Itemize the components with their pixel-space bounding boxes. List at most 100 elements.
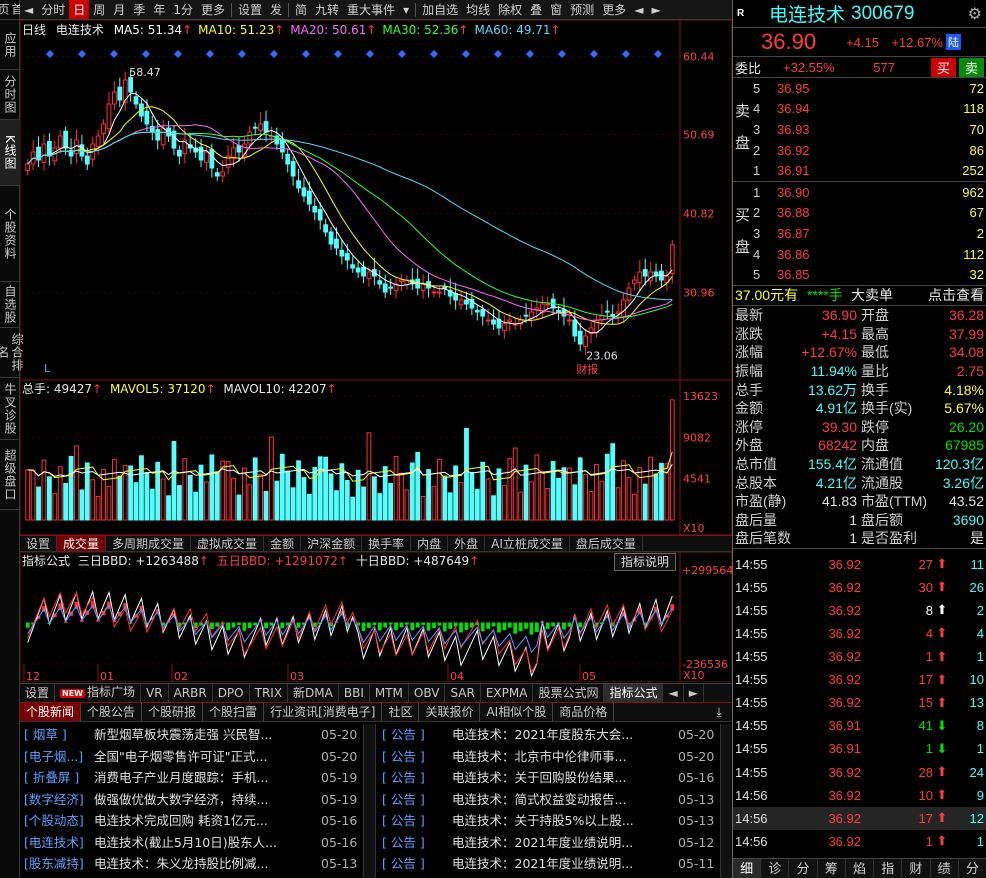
panel-tab-6[interactable]: 财 — [902, 859, 931, 878]
indicator-tab-6[interactable]: 新DMA — [288, 684, 339, 702]
sidetab-5[interactable]: 自选股 — [0, 282, 20, 328]
panel-tab-7[interactable]: 绩 — [931, 859, 959, 878]
toolbar-item-20[interactable]: 预测 — [566, 0, 598, 19]
news-item[interactable]: [数字经济] 做强做优做大数字经济，持续... 05-19 — [24, 789, 363, 811]
download-icon[interactable]: ⤓ — [706, 703, 732, 721]
volume-tab-0[interactable]: 设置 — [20, 536, 58, 551]
news-item[interactable]: [电子烟...] 全国"电子烟零售许可证"正式... 05-20 — [24, 746, 363, 768]
big-order-link[interactable]: 点击查看 — [921, 285, 984, 305]
kline-chart[interactable]: 60.44 50.69 40.82 30.96 58.47 23.06 财报 L 日线 电连技… — [19, 19, 733, 381]
sidetab-1[interactable]: 应用 — [0, 20, 20, 70]
toolbar-item-12[interactable]: 九转 — [311, 0, 343, 19]
toolbar-item-3[interactable]: 周 — [89, 0, 109, 19]
sidetab-4[interactable]: 个股资料 — [0, 186, 20, 282]
news-item[interactable]: [股东减持] 电连技术：朱义龙持股比例减... 05-13 — [24, 853, 363, 875]
sidetab-6[interactable]: 综合排名 — [0, 328, 24, 378]
volume-tab-7[interactable]: 内盘 — [411, 536, 449, 551]
panel-tab-8[interactable]: 分 — [959, 859, 986, 878]
indicator-help-button[interactable]: 指标说明 — [614, 553, 677, 571]
sidetab-2[interactable]: 分时图 — [0, 70, 20, 120]
news-tab-6[interactable]: 关联报价 — [419, 703, 481, 721]
toolbar-item-0[interactable]: ◄ — [20, 0, 37, 19]
sell-button[interactable]: 卖 — [958, 57, 984, 77]
indicator-tab-4[interactable]: DPO — [213, 684, 250, 702]
toolbar-item-11[interactable]: 简 — [291, 0, 311, 19]
sidetab-0[interactable]: 首页 — [0, 0, 24, 20]
toolbar-item-8[interactable]: 更多 — [197, 0, 229, 19]
toolbar-item-14[interactable]: ▾ — [399, 0, 413, 19]
news-scrollbar[interactable] — [720, 724, 732, 878]
indicator-tab-3[interactable]: ARBR — [169, 684, 213, 702]
toolbar-item-21[interactable]: 更多 — [598, 0, 630, 19]
toolbar-item-23[interactable]: ► — [647, 0, 664, 19]
news-tab-8[interactable]: 商品价格 — [553, 703, 615, 721]
volume-chart[interactable]: 13623 9082 4541 X10 总手: 49427↑ MAVOL5: 3712… — [19, 379, 733, 536]
indicator-tab-13[interactable]: 指标公式 — [604, 684, 664, 702]
news-item[interactable]: [ 公告 ] 电连技术：关于回购股份结果... 05-16 — [382, 767, 720, 789]
indicator-tab-8[interactable]: MTM — [370, 684, 409, 702]
indicator-tab-11[interactable]: EXPMA — [481, 684, 534, 702]
toolbar-item-19[interactable]: 窗 — [546, 0, 566, 19]
volume-tab-10[interactable]: 盘后成交量 — [570, 536, 643, 551]
sidetab-8[interactable]: 超级盘口 — [0, 440, 20, 510]
panel-tab-2[interactable]: 分 — [789, 859, 818, 878]
volume-tab-5[interactable]: 沪深金额 — [301, 536, 363, 551]
toolbar-item-5[interactable]: 季 — [129, 0, 149, 19]
indicator-tab-1[interactable]: NEW 指标广场 — [55, 683, 142, 703]
sidetab-3[interactable]: K线图 — [0, 120, 20, 186]
panel-tab-4[interactable]: 焰 — [846, 859, 875, 878]
panel-tab-1[interactable]: 诊 — [761, 859, 790, 878]
toolbar-item-15[interactable]: 加自选 — [418, 0, 462, 19]
volume-tab-8[interactable]: 外盘 — [448, 536, 486, 551]
volume-tab-6[interactable]: 换手率 — [362, 536, 412, 551]
toolbar-item-6[interactable]: 年 — [149, 0, 169, 19]
toolbar-item-9[interactable]: 设置 — [234, 0, 266, 19]
news-item[interactable]: [ 折叠屏 ] 消费电子产业月度跟踪：手机... 05-19 — [24, 767, 363, 789]
volume-tab-4[interactable]: 金额 — [264, 536, 302, 551]
news-item[interactable]: [ 公告 ] 电连技术：简式权益变动报告... 05-13 — [382, 789, 720, 811]
news-tab-3[interactable]: 个股扫雷 — [203, 703, 265, 721]
news-tab-5[interactable]: 社区 — [382, 703, 420, 721]
indicator-tab-10[interactable]: SAR — [445, 684, 481, 702]
news-tab-7[interactable]: AI相似个股 — [480, 703, 554, 721]
indicator-tab-7[interactable]: BBI — [339, 684, 370, 702]
indicator-tab-2[interactable]: VR — [141, 684, 169, 702]
news-item[interactable]: [ 公告 ] 电连技术：北京市中伦律师事... 05-20 — [382, 746, 720, 768]
news-item[interactable]: [ 公告 ] 电连技术：2021年度股东大会... 05-20 — [382, 724, 720, 746]
toolbar-item-2[interactable]: 日 — [69, 0, 90, 19]
tab-scroll-right-icon[interactable]: ► — [684, 684, 704, 702]
volume-tab-9[interactable]: AI立桩成交量 — [485, 536, 570, 551]
toolbar-item-4[interactable]: 月 — [109, 0, 129, 19]
volume-tab-2[interactable]: 多周期成交量 — [106, 536, 192, 551]
news-item[interactable]: [ 公告 ] 电连技术：2021年度业绩说明... 05-11 — [382, 853, 720, 875]
indicator-tab-5[interactable]: TRIX — [250, 684, 289, 702]
toolbar-item-13[interactable]: 重大事件 — [343, 0, 399, 19]
toolbar-item-17[interactable]: 除权 — [494, 0, 526, 19]
sidetab-7[interactable]: 牛叉诊股 — [0, 378, 20, 440]
news-item[interactable]: [个股动态] 电连技术完成回购 耗资1亿元... 05-16 — [24, 810, 363, 832]
toolbar-item-1[interactable]: 分时 — [37, 0, 69, 19]
volume-tab-3[interactable]: 虚拟成交量 — [191, 536, 265, 551]
toolbar-item-16[interactable]: 均线 — [462, 0, 494, 19]
toolbar-item-10[interactable]: 发 — [266, 0, 286, 19]
indicator-tab-9[interactable]: OBV — [409, 684, 446, 702]
news-item[interactable]: [ 烟草 ] 新型烟草板块震荡走强 兴民智... 05-20 — [24, 724, 363, 746]
toolbar-item-22[interactable]: ◄ — [630, 0, 647, 19]
toolbar-item-7[interactable]: 1分 — [169, 0, 197, 19]
toolbar-item-18[interactable]: 叠 — [526, 0, 546, 19]
news-item[interactable]: [ 公告 ] 电连技术：关于持股5%以上股... 05-13 — [382, 810, 720, 832]
tab-scroll-left-icon[interactable]: ◄ — [663, 684, 684, 702]
buy-button[interactable]: 买 — [930, 57, 956, 77]
news-scrollbar[interactable] — [363, 724, 375, 878]
gear-icon[interactable]: ⚙ — [968, 4, 982, 24]
news-tab-0[interactable]: 个股新闻 — [20, 703, 82, 721]
panel-tab-5[interactable]: 指 — [874, 859, 903, 878]
indicator-tab-0[interactable]: 设置 — [20, 684, 56, 702]
panel-tab-3[interactable]: 筹 — [818, 859, 846, 878]
volume-tab-1[interactable]: 成交量 — [57, 536, 107, 551]
news-tab-4[interactable]: 行业资讯[消费电子] — [264, 703, 383, 721]
news-tab-2[interactable]: 个股研报 — [142, 703, 204, 721]
panel-tab-0[interactable]: 细 — [733, 859, 762, 878]
bbd-indicator-chart[interactable]: +299564 -236536 X10 12 01 02 03 04 05 指标公式 三日BBD… — [19, 551, 733, 683]
news-item[interactable]: [电连技术] 电连技术(截止5月10日)股东人... 05-16 — [24, 832, 363, 854]
